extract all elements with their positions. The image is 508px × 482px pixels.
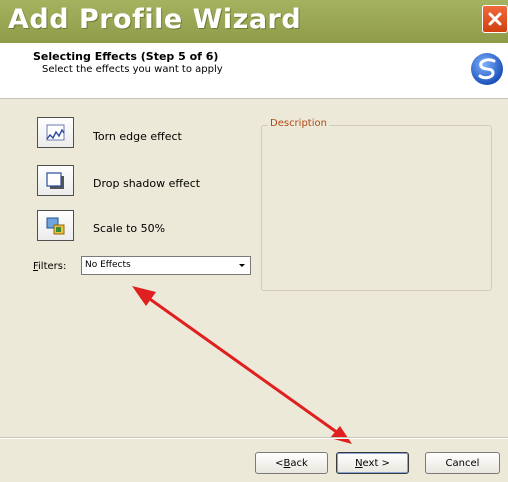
back-button[interactable]: < Back — [255, 452, 328, 474]
annotation-arrowhead-up — [132, 286, 156, 306]
annotation-arrows — [132, 286, 352, 444]
annotation-line — [139, 290, 346, 440]
next-button[interactable]: Next > — [336, 452, 409, 474]
cancel-button[interactable]: Cancel — [425, 452, 500, 474]
